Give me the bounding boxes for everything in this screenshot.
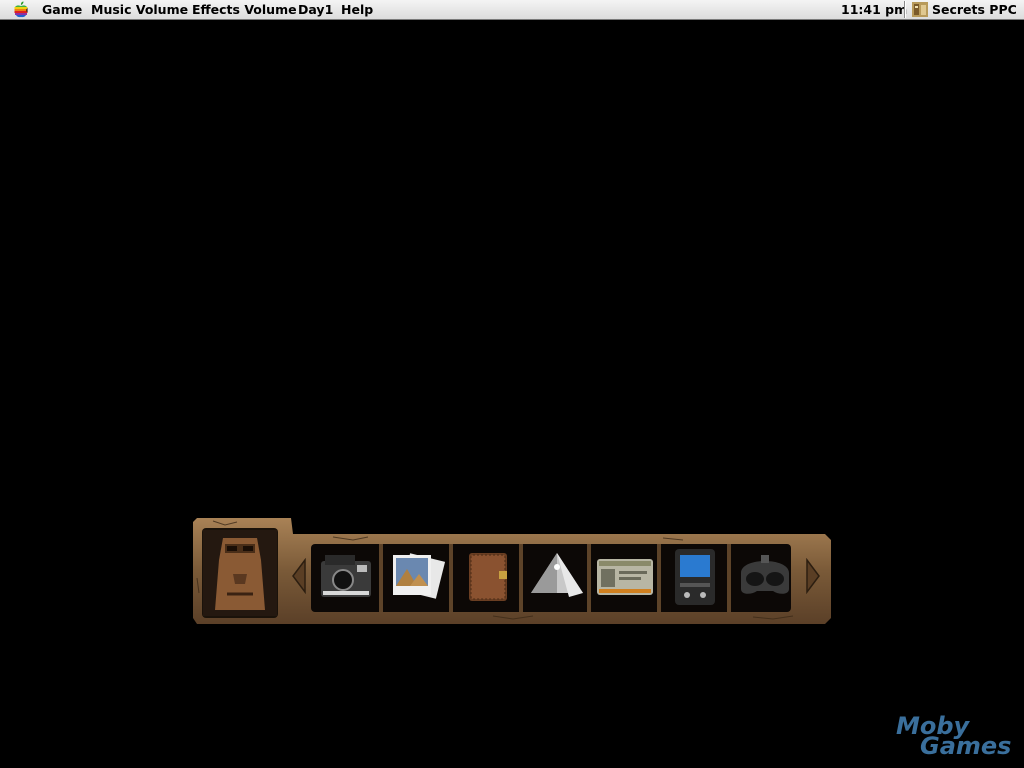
handheld-device-icon[interactable] <box>663 547 727 607</box>
menu-help[interactable]: Help <box>341 2 373 17</box>
vr-headset-icon[interactable] <box>733 547 797 607</box>
id-card-icon[interactable] <box>593 547 657 607</box>
triangle-left-icon <box>292 557 306 595</box>
menu-day1[interactable]: Day1 <box>298 2 333 17</box>
menu-effects-volume[interactable]: Effects Volume <box>192 2 297 17</box>
menu-bar: Game Music Volume Effects Volume Day1 He… <box>0 0 1024 20</box>
apple-menu-icon[interactable] <box>12 1 30 18</box>
menu-divider-highlight <box>905 1 906 18</box>
menu-clock[interactable]: 11:41 pm <box>841 2 907 17</box>
leather-wallet-icon[interactable] <box>455 547 519 607</box>
application-menu-label: Secrets PPC <box>932 2 1017 17</box>
menu-music-volume[interactable]: Music Volume <box>91 2 188 17</box>
scroll-left-button[interactable] <box>291 557 307 595</box>
stone-idol-portrait-icon[interactable] <box>203 530 277 616</box>
watermark-line-2: Games <box>920 732 1012 760</box>
mobygames-watermark: Moby Games <box>896 712 1016 760</box>
inventory-bar <box>193 518 831 624</box>
application-menu[interactable]: Secrets PPC <box>910 0 1020 19</box>
pyramid-photos-icon[interactable] <box>385 547 449 607</box>
crystal-pyramid-icon[interactable] <box>525 547 589 607</box>
scroll-right-button[interactable] <box>805 557 821 595</box>
menu-game[interactable]: Game <box>42 2 82 17</box>
instant-camera-icon[interactable] <box>315 547 379 607</box>
secrets-app-icon <box>912 2 928 17</box>
triangle-right-icon <box>806 557 820 595</box>
